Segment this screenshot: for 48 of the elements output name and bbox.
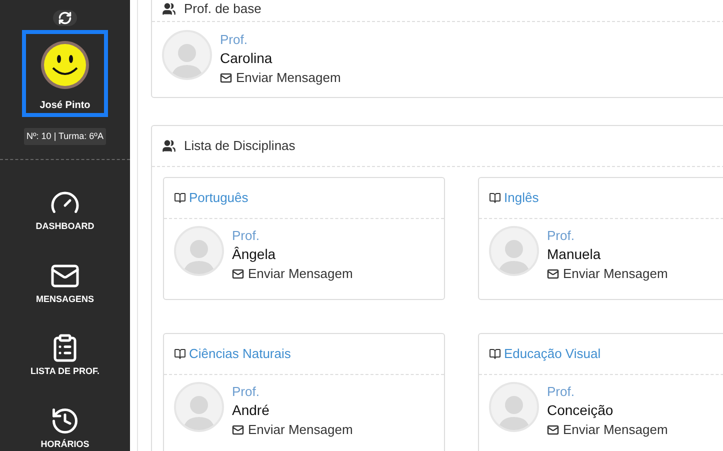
send-message-link[interactable]: Enviar Mensagem [220, 68, 341, 87]
avatar-placeholder [174, 226, 224, 276]
avatar-placeholder [489, 382, 539, 432]
student-badge: Nº: 10 | Turma: 6ºA [24, 128, 106, 145]
teacher-name: Ângela [232, 245, 277, 264]
book-icon [174, 192, 186, 204]
book-icon [489, 192, 501, 204]
teacher-label: Prof. [547, 227, 576, 245]
clock-history-icon [50, 406, 80, 436]
panel-title: Lista de Disciplinas [184, 137, 296, 156]
send-message-link[interactable]: Enviar Mensagem [547, 264, 668, 283]
users-icon [162, 2, 176, 16]
subject-name: Educação Visual [504, 345, 601, 364]
nav-item[interactable]: LISTA DE PROF. [30, 333, 100, 378]
avatar-placeholder [174, 382, 224, 432]
panel-title: Prof. de base [184, 0, 262, 18]
teacher-name: Manuela [547, 245, 602, 264]
envelope-icon [547, 424, 559, 436]
nav-item[interactable]: HORÁRIOS [40, 406, 90, 451]
envelope-icon [547, 268, 559, 280]
refresh-icon [58, 10, 72, 25]
send-message-link[interactable]: Enviar Mensagem [547, 420, 668, 439]
teacher-name: Carolina [220, 49, 274, 68]
nav-item[interactable]: DASHBOARD [36, 188, 94, 234]
teacher-label: Prof. [547, 383, 576, 401]
profile-name: José Pinto [40, 98, 90, 112]
teacher-label: Prof. [220, 31, 248, 49]
send-message-link[interactable]: Enviar Mensagem [232, 420, 353, 439]
send-message-link[interactable]: Enviar Mensagem [232, 264, 353, 283]
teacher-name: Conceição [547, 401, 614, 420]
teacher-label: Prof. [232, 383, 260, 401]
teacher-name: André [232, 401, 270, 420]
envelope-icon [220, 72, 232, 84]
envelope-icon [232, 424, 244, 436]
teacher-label: Prof. [232, 227, 260, 245]
envelope-icon [232, 268, 244, 280]
profile-card[interactable]: José Pinto [22, 30, 108, 116]
book-icon [174, 348, 186, 360]
subject-name: Português [189, 189, 248, 208]
subject-name: Inglês [504, 189, 539, 208]
users-icon [162, 139, 176, 153]
nav-item[interactable]: MENSAGENS [36, 260, 94, 306]
refresh-button[interactable] [53, 10, 77, 26]
book-icon [489, 348, 501, 360]
smiley-avatar-icon [40, 40, 90, 90]
avatar-placeholder [489, 226, 539, 276]
subject-name: Ciências Naturais [189, 345, 291, 364]
avatar-placeholder [162, 30, 212, 80]
